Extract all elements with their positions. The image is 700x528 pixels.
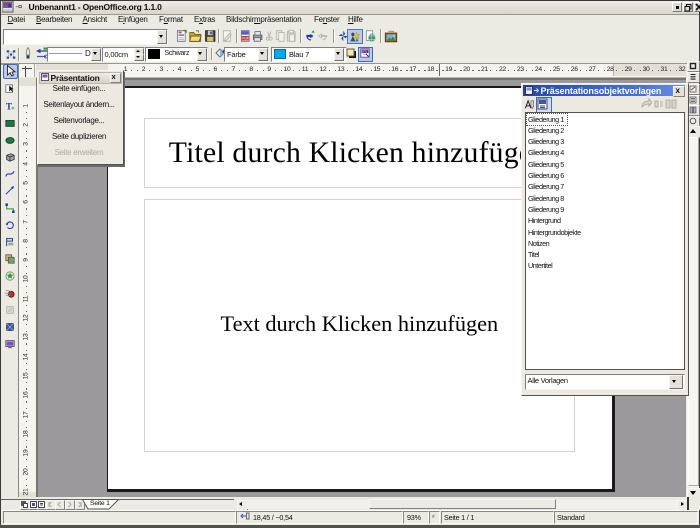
svg-text:PDF: PDF [242,37,249,41]
svg-text:T: T [6,101,12,111]
